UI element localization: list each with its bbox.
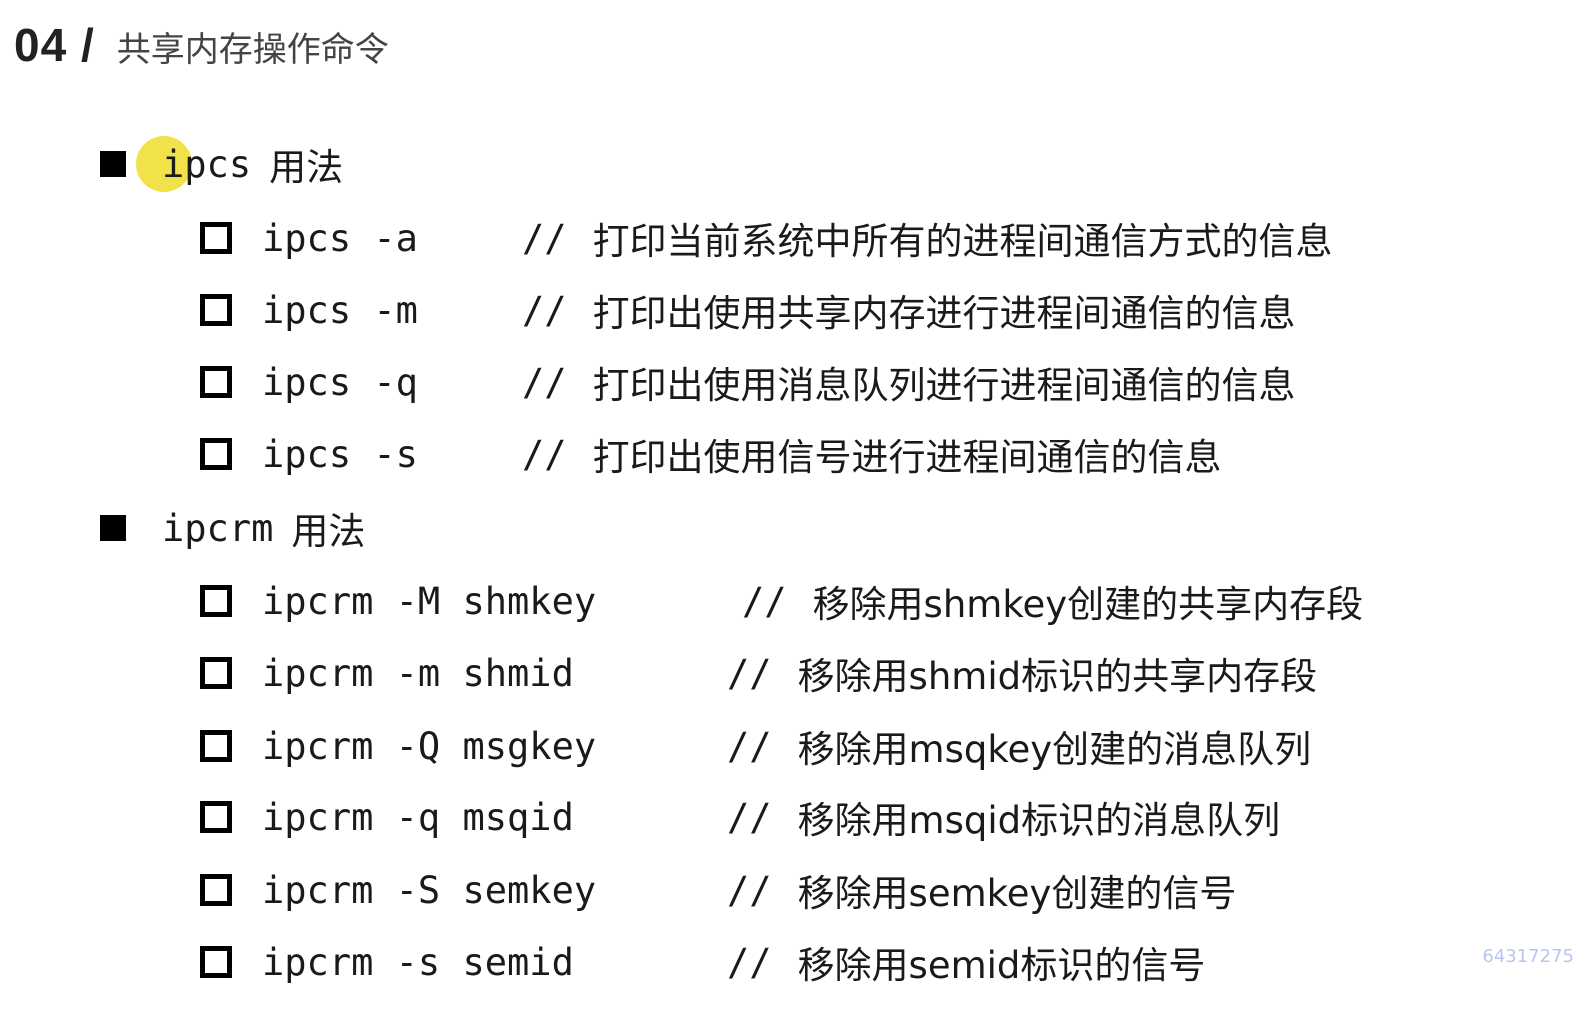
command-text: ipcrm -M shmkey [262,579,597,623]
list-item: ipcrm -Q msgkey // 移除用msqkey创建的消息队列 [200,719,1311,773]
watermark-text: 64317275 [1482,946,1574,967]
command-text: ipcs -s [262,432,418,476]
comment-marker: // [522,360,567,404]
command-description: 打印出使用共享内存进行进程间通信的信息 [592,292,1296,335]
hollow-square-bullet-icon [200,946,232,978]
command-description: 移除用shmid标识的共享内存段 [797,655,1318,698]
command-text: ipcrm -Q msgkey [262,724,597,768]
comment-marker: // [727,868,772,912]
command-description: 打印出使用信号进行进程间通信的信息 [592,436,1222,479]
list-item: ipcs -m // 打印出使用共享内存进行进程间通信的信息 [200,283,1296,337]
square-bullet-icon [100,151,126,177]
command-description: 打印当前系统中所有的进程间通信方式的信息 [592,220,1333,263]
list-item: ipcs -q // 打印出使用消息队列进行进程间通信的信息 [200,355,1296,409]
slide-title: 共享内存操作命令 [116,30,389,70]
list-item: ipcs -a // 打印当前系统中所有的进程间通信方式的信息 [200,211,1333,265]
command-description: 移除用msqid标识的消息队列 [797,799,1281,842]
section-suffix: 用法 [269,146,344,189]
command-text: ipcrm -s semid [262,940,574,984]
command-description: 打印出使用消息队列进行进程间通信的信息 [592,364,1296,407]
comment-marker: // [727,651,772,695]
comment-marker: // [727,724,772,768]
hollow-square-bullet-icon [200,730,232,762]
comment-marker: // [522,216,567,260]
section-heading-ipcrm: ipcrm 用法 [100,501,365,555]
command-description: 移除用semid标识的信号 [797,944,1206,987]
list-item: ipcs -s // 打印出使用信号进行进程间通信的信息 [200,427,1222,481]
command-text: ipcrm -m shmid [262,651,574,695]
square-bullet-icon [100,515,126,541]
section-heading-ipcs: ipcs 用法 [100,137,343,191]
command-text: ipcs -a [262,216,418,260]
command-description: 移除用semkey创建的信号 [797,872,1237,915]
command-text: ipcs -m [262,288,418,332]
comment-marker: // [522,432,567,476]
slide-header: 04 / 共享内存操作命令 [14,18,389,72]
command-text: ipcs -q [262,360,418,404]
hollow-square-bullet-icon [200,801,232,833]
command-text: ipcrm -q msqid [262,795,574,839]
list-item: ipcrm -s semid // 移除用semid标识的信号 [200,935,1205,989]
comment-marker: // [522,288,567,332]
comment-marker: // [727,940,772,984]
section-command: ipcrm [162,506,274,550]
section-number: 04 / [14,19,95,71]
hollow-square-bullet-icon [200,438,232,470]
comment-marker: // [727,795,772,839]
hollow-square-bullet-icon [200,222,232,254]
command-description: 移除用shmkey创建的共享内存段 [812,583,1364,626]
hollow-square-bullet-icon [200,366,232,398]
command-description: 移除用msqkey创建的消息队列 [797,728,1312,771]
hollow-square-bullet-icon [200,874,232,906]
section-suffix: 用法 [291,510,366,553]
section-command: ipcs [162,142,252,186]
hollow-square-bullet-icon [200,585,232,617]
list-item: ipcrm -S semkey // 移除用semkey创建的信号 [200,863,1236,917]
hollow-square-bullet-icon [200,657,232,689]
command-text: ipcrm -S semkey [262,868,597,912]
hollow-square-bullet-icon [200,294,232,326]
list-item: ipcrm -q msqid // 移除用msqid标识的消息队列 [200,790,1280,844]
comment-marker: // [742,579,787,623]
list-item: ipcrm -m shmid // 移除用shmid标识的共享内存段 [200,646,1317,700]
list-item: ipcrm -M shmkey // 移除用shmkey创建的共享内存段 [200,574,1363,628]
